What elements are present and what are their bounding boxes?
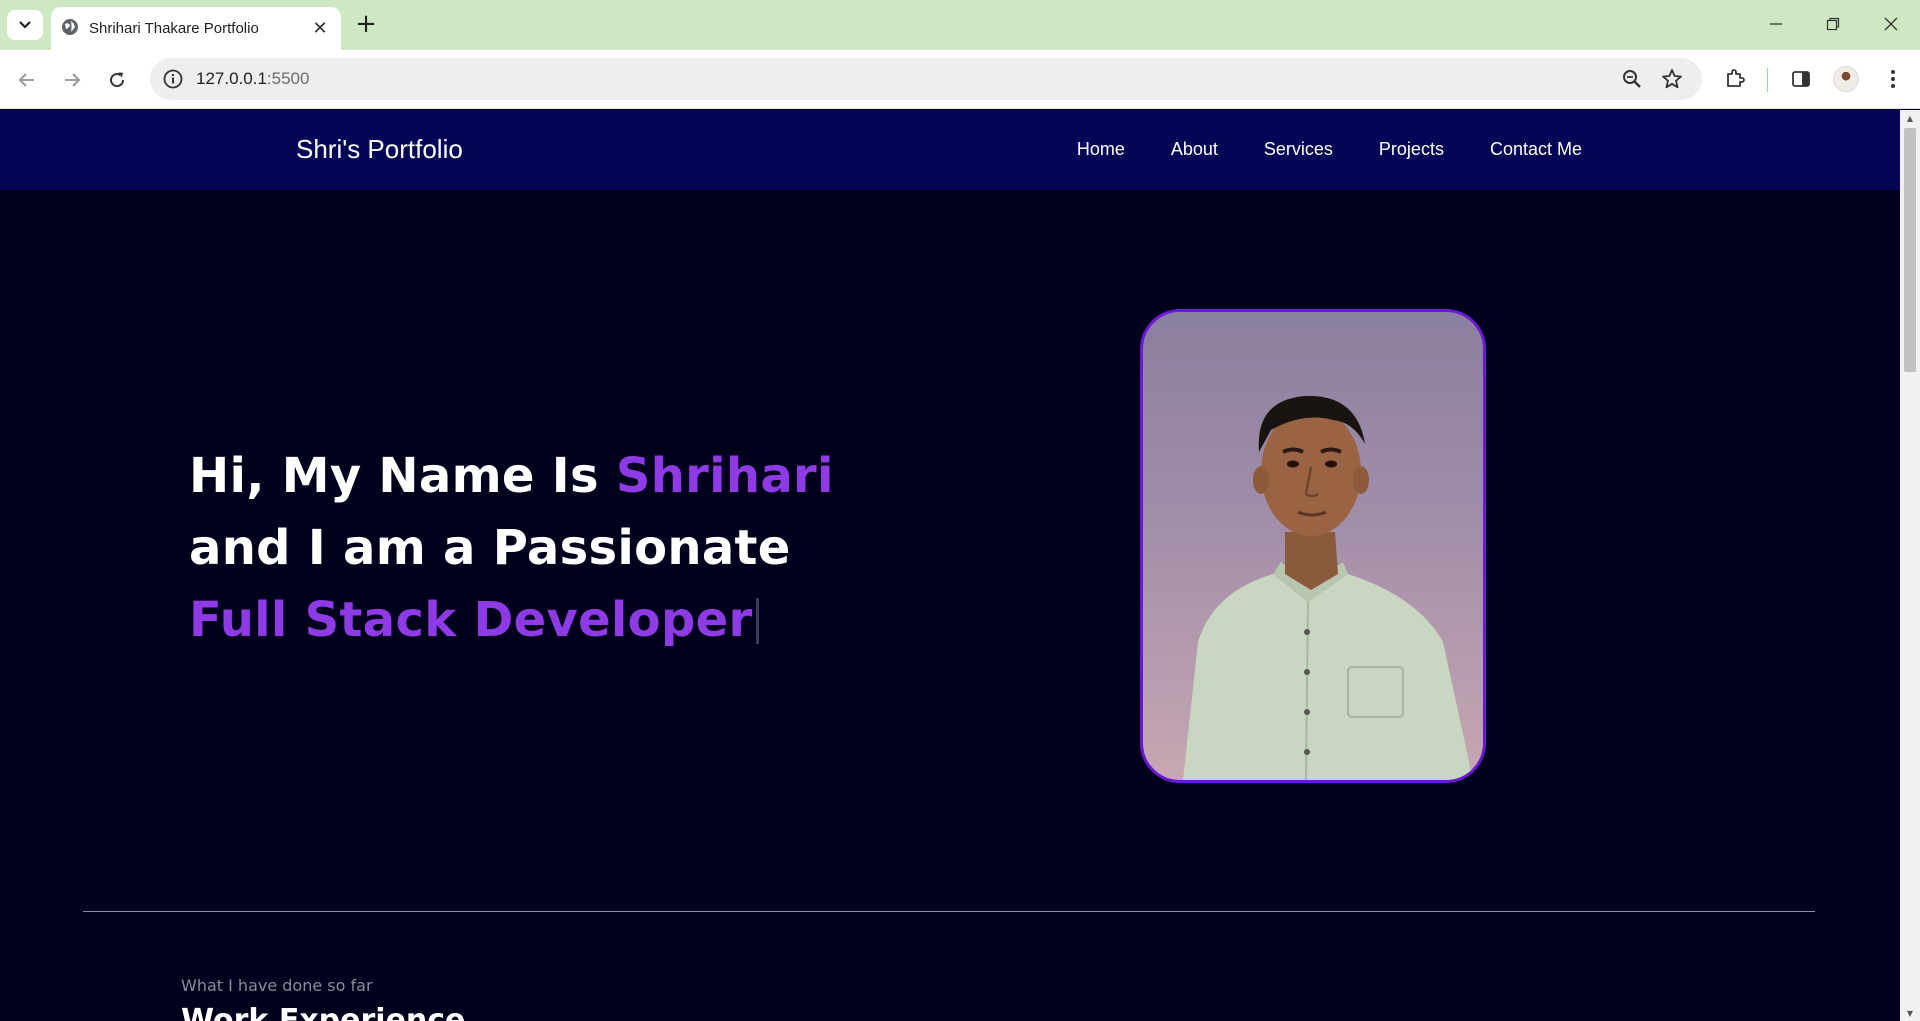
- section-divider: [83, 911, 1815, 912]
- back-button[interactable]: [10, 63, 44, 97]
- side-panel-icon: [1792, 71, 1810, 87]
- restore-icon: [1826, 17, 1840, 31]
- section-title: Work Experience: [181, 1003, 466, 1021]
- url-port: :5500: [266, 69, 310, 88]
- browser-tab-bar: Shrihari Thakare Portfolio ✕ +: [0, 0, 1920, 50]
- site-navbar: Shri's Portfolio Home About Services Pro…: [0, 110, 1900, 190]
- url-text: 127.0.0.1:5500: [196, 69, 309, 89]
- section-subtitle: What I have done so far: [181, 976, 373, 995]
- address-bar[interactable]: 127.0.0.1:5500: [150, 58, 1702, 100]
- tab-title: Shrihari Thakare Portfolio: [89, 20, 259, 37]
- profile-avatar[interactable]: [1833, 66, 1859, 92]
- hero-line-1: Hi, My Name Is Shrihari: [189, 440, 834, 512]
- forward-icon: [65, 73, 81, 87]
- hero-line-2: and I am a Passionate: [189, 520, 791, 576]
- profile-photo: [1140, 309, 1486, 783]
- hero-greeting: Hi, My Name Is: [189, 448, 616, 504]
- globe-icon: [62, 19, 78, 35]
- browser-menu-button[interactable]: [1879, 65, 1907, 93]
- extensions-button[interactable]: [1721, 65, 1749, 93]
- hero-name: Shrihari: [615, 448, 834, 504]
- zoom-icon[interactable]: [1620, 67, 1644, 91]
- forward-button[interactable]: [55, 63, 89, 97]
- nav-projects[interactable]: Projects: [1379, 139, 1444, 160]
- url-host: 127.0.0.1: [196, 69, 267, 88]
- browser-tab[interactable]: Shrihari Thakare Portfolio ✕: [51, 7, 341, 50]
- toolbar-separator: [1767, 68, 1768, 92]
- nav-services[interactable]: Services: [1264, 139, 1333, 160]
- scrollbar-thumb[interactable]: [1904, 128, 1916, 372]
- typing-caret: [756, 598, 760, 644]
- new-tab-button[interactable]: +: [352, 9, 380, 39]
- minimize-icon: [1770, 23, 1782, 25]
- reload-icon: [110, 72, 125, 88]
- nav-links: Home About Services Projects Contact Me: [1077, 139, 1582, 160]
- site-info-icon[interactable]: [162, 68, 184, 90]
- hero-heading: Hi, My Name Is Shrihari and I am a Passi…: [189, 440, 834, 656]
- scroll-up-icon[interactable]: ▲: [1904, 112, 1916, 124]
- tab-search-button[interactable]: [7, 10, 43, 40]
- profile-photo-illustration: [1183, 395, 1473, 780]
- minimize-button[interactable]: [1758, 8, 1794, 40]
- site-logo[interactable]: Shri's Portfolio: [296, 134, 463, 165]
- hero-role: Full Stack Developer: [189, 592, 753, 648]
- hero-line-3: Full Stack Developer: [189, 584, 834, 656]
- kebab-menu-icon: [1891, 70, 1895, 88]
- star-icon[interactable]: [1660, 67, 1684, 91]
- window-close-icon: [1884, 17, 1898, 31]
- restore-button[interactable]: [1815, 8, 1851, 40]
- close-tab-icon[interactable]: ✕: [309, 17, 331, 39]
- extensions-icon: [1727, 69, 1745, 87]
- chevron-down-icon: [19, 21, 31, 29]
- browser-toolbar: 127.0.0.1:5500: [0, 50, 1920, 109]
- side-panel-button[interactable]: [1787, 65, 1815, 93]
- portfolio-page: Shri's Portfolio Home About Services Pro…: [0, 110, 1900, 1021]
- window-close-button[interactable]: [1873, 8, 1909, 40]
- nav-about[interactable]: About: [1171, 139, 1218, 160]
- page-scrollbar[interactable]: ▲ ▼: [1900, 110, 1920, 1021]
- back-icon: [18, 73, 34, 87]
- nav-contact[interactable]: Contact Me: [1490, 139, 1582, 160]
- nav-home[interactable]: Home: [1077, 139, 1125, 160]
- scroll-down-icon[interactable]: ▼: [1904, 1007, 1916, 1019]
- reload-button[interactable]: [100, 63, 134, 97]
